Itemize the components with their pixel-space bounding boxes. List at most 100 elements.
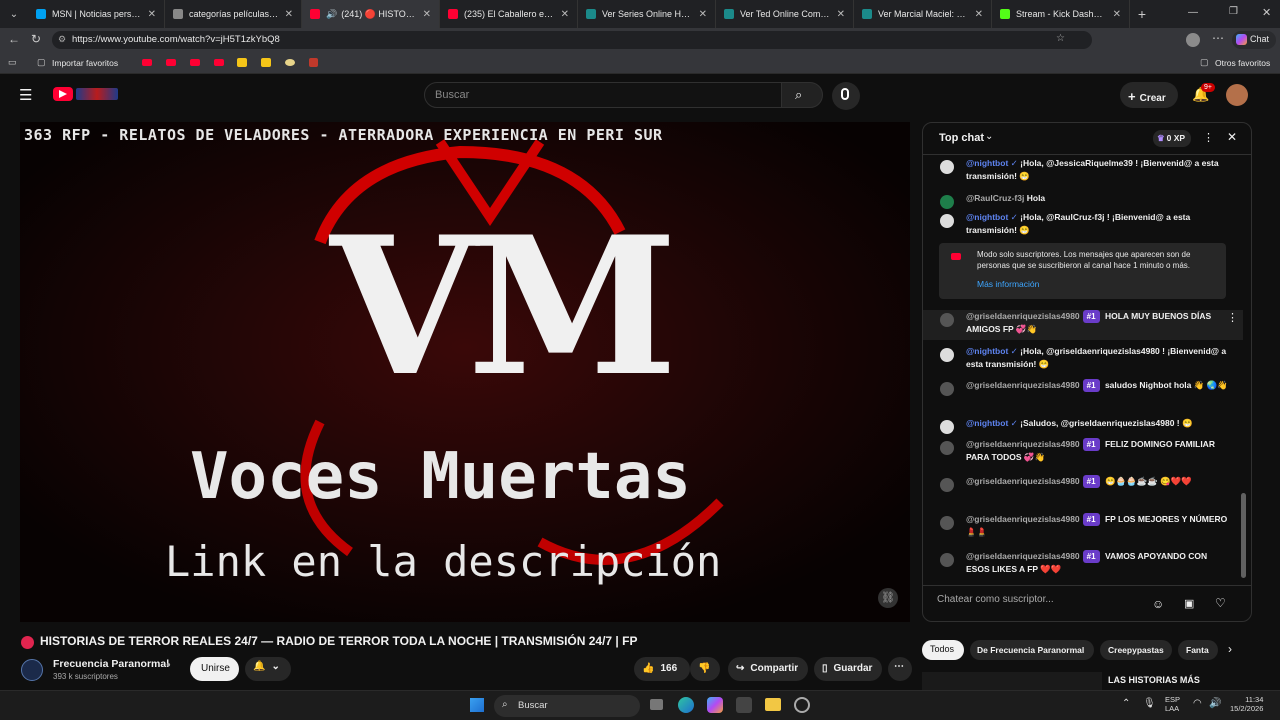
share-button[interactable]: ↪ Compartir [728,657,808,681]
create-button[interactable]: + Crear [1120,82,1178,108]
tab-ver-series[interactable]: Ver Series Online HD Gratis✕ [578,0,716,28]
thumbs-down-icon: 👎 [698,663,711,674]
oval-bookmark-icon[interactable] [285,59,295,66]
youtube-bookmark-icon[interactable] [214,59,224,66]
close-chat-icon[interactable]: ✕ [1227,130,1237,144]
chat-message: @griseldaenriquezislas4980 #1 HOLA MUY BU… [923,310,1243,340]
user-avatar[interactable] [1226,84,1248,106]
profile-avatar[interactable] [1186,33,1200,47]
tab-categorias[interactable]: categorías películas | el refu✕ [165,0,302,28]
youtube-bookmark-icon[interactable] [142,59,152,66]
link-icon[interactable]: ⛓ [878,588,898,608]
reading-list-icon[interactable]: ▭ [8,57,17,68]
chat-header: Top chat ⌄ ♛ 0 XP ⋮ ✕ [923,123,1251,155]
chat-input[interactable]: Chatear como suscriptor... [937,594,1137,605]
voice-search-button[interactable] [832,82,860,110]
chat-options-icon[interactable]: ⋮ [1203,131,1214,144]
dislike-button[interactable]: 👎 [690,657,720,681]
tab-creepypastas[interactable]: Creepypastas [1100,640,1172,660]
tab-frecuencia-paranormal[interactable]: De Frecuencia Paranormal [970,640,1094,660]
yellow-bookmark-icon[interactable] [237,58,247,67]
share-icon: ↪ [736,663,745,674]
youtube-bookmark-icon[interactable] [190,59,200,66]
xp-badge[interactable]: ♛ 0 XP [1153,130,1191,147]
minimize-icon[interactable]: — [1188,7,1198,18]
tab-fantasia[interactable]: Fanta [1178,640,1218,660]
app-icon[interactable] [794,697,810,713]
save-button[interactable]: ▯ Guardar [814,657,882,681]
heart-icon[interactable]: ♡ [1215,596,1226,610]
taskbar-search[interactable]: ⌕ Buscar [494,695,640,717]
chat-scrollbar[interactable] [1241,493,1246,578]
close-icon[interactable]: ✕ [148,9,156,20]
like-button[interactable]: 👍 166 [634,657,690,681]
chevron-down-icon[interactable]: ⌄ [985,131,993,142]
url-field[interactable]: ⚙ https://www.youtube.com/watch?v=jH5T1z… [52,31,1092,49]
super-chat-icon[interactable]: ▣ [1184,597,1194,610]
edge-icon[interactable] [678,697,694,713]
clock[interactable]: 11:34 15/2/2026 [1230,695,1263,713]
member-badge: #1 [1082,550,1100,563]
close-icon[interactable]: ✕ [837,9,845,20]
task-view-icon[interactable] [650,699,663,710]
close-icon[interactable]: ✕ [1113,9,1121,20]
other-favorites-link[interactable]: Otros favoritos [1215,58,1270,68]
reload-icon[interactable]: ↻ [31,32,41,46]
search-input[interactable]: Buscar [424,82,782,108]
red-bookmark-icon[interactable] [309,58,318,67]
user-avatar [940,516,954,530]
tab-kick[interactable]: Stream - Kick Dashboard ✕ [992,0,1130,28]
yellow-bookmark-icon[interactable] [261,58,271,67]
channel-avatar[interactable] [21,659,43,681]
copilot-icon[interactable] [707,697,723,713]
input-language[interactable]: ESP LAA [1165,695,1180,713]
tab-list-chevron-icon[interactable]: ⌄ [0,0,28,28]
star-icon[interactable]: ☆ [1056,33,1065,44]
video-player[interactable]: 363 RFP - RELATOS DE VELADORES - ATERRAD… [20,122,910,622]
wifi-icon[interactable]: ◠ [1193,698,1202,709]
tab-all[interactable]: Todos [922,640,964,660]
chevron-right-icon[interactable]: › [1228,642,1232,656]
more-actions-button[interactable]: ⋯ [888,657,912,681]
tab-historias[interactable]: 🔊(241) 🔴 HISTORIAS DE✕ [302,0,440,28]
channel-name[interactable]: Frecuencia Paranormal [53,658,169,670]
more-info-link[interactable]: Más información [977,279,1039,289]
windows-start-icon[interactable] [470,698,484,712]
emoji-icon[interactable]: ☺ [1152,597,1164,611]
top-chat-dropdown[interactable]: Top chat [939,132,984,144]
site-info-icon[interactable]: ⚙ [58,34,66,45]
new-tab-icon[interactable]: + [1130,6,1154,22]
tab-msn[interactable]: MSN | Noticias personalizad✕ [28,0,165,28]
file-explorer-icon[interactable] [765,698,781,711]
tray-chevron-icon[interactable]: ⌃ [1122,698,1130,709]
tab-ver-marcial[interactable]: Ver Marcial Maciel: El Lobo✕ [854,0,992,28]
thumbs-up-icon: 👍 [642,663,655,674]
message-options-icon[interactable]: ⋮ [1227,312,1238,325]
up-next-title[interactable]: LAS HISTORIAS MÁS [1108,675,1200,685]
subscription-bell-button[interactable]: 🔔 ⌄ [245,657,291,681]
plus-icon: + [1128,89,1136,104]
restore-icon[interactable]: ❐ [1229,6,1238,17]
search-button[interactable]: ⌕ [781,82,823,108]
close-icon[interactable]: ✕ [423,9,431,20]
window-close-icon[interactable]: ✕ [1262,6,1271,19]
microphone-icon[interactable]: 🎙 [1143,698,1156,709]
volume-icon[interactable]: 🔊 [1209,698,1221,709]
import-favorites-link[interactable]: Importar favoritos [52,58,118,68]
youtube-icon [310,9,320,19]
close-icon[interactable]: ✕ [699,9,707,20]
tab-caballero[interactable]: (235) El Caballero en un ✕ [440,0,578,28]
hamburger-menu-icon[interactable]: ☰ [19,86,32,104]
up-next-thumbnail[interactable] [922,672,1102,690]
tab-ver-ted[interactable]: Ver Ted Online Completa Gr✕ [716,0,854,28]
close-icon[interactable]: ✕ [285,9,293,20]
copilot-chat-button[interactable]: Chat [1232,31,1276,49]
youtube-bookmark-icon[interactable] [166,59,176,66]
speaker-icon[interactable]: 🔊 [326,9,337,20]
store-icon[interactable] [736,697,752,713]
more-menu-icon[interactable]: ⋯ [1212,31,1224,45]
close-icon[interactable]: ✕ [975,9,983,20]
close-icon[interactable]: ✕ [561,9,569,20]
back-icon[interactable]: ← [8,32,20,46]
join-button[interactable]: Unirse [190,657,239,681]
